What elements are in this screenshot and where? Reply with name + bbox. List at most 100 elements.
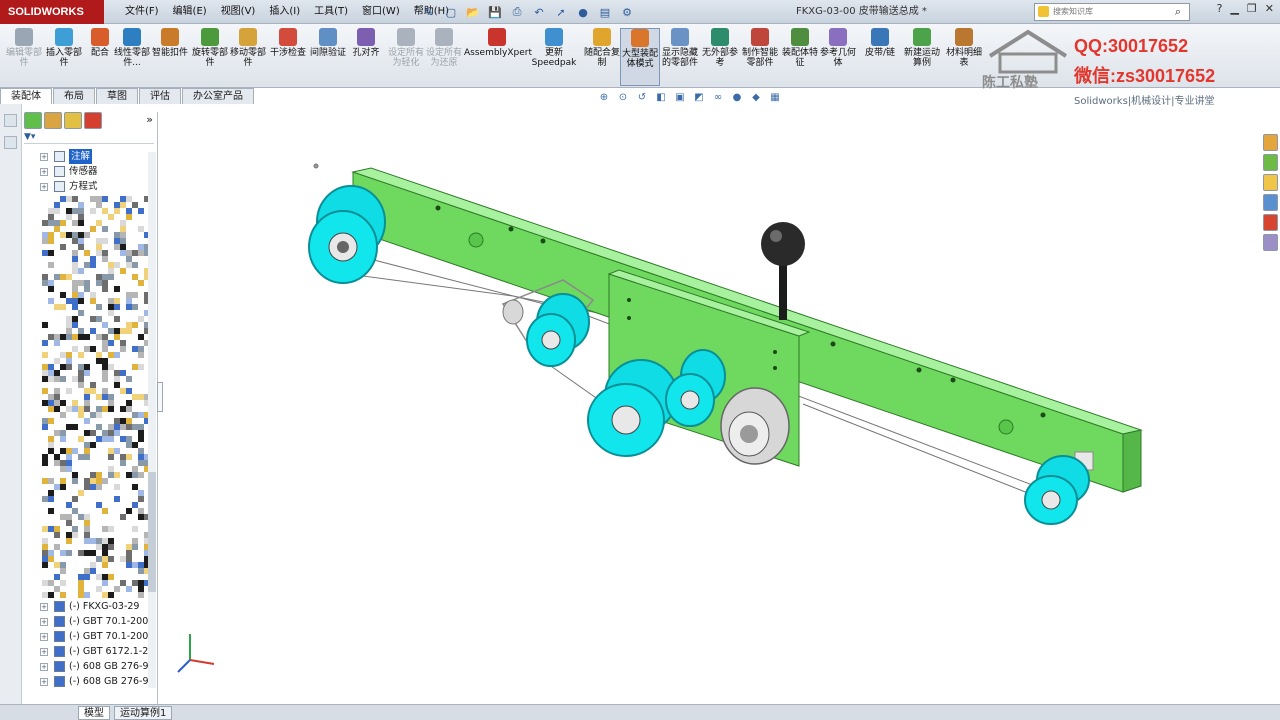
roller-drive-large[interactable] xyxy=(587,359,678,457)
menu-insert[interactable]: 插入(I) xyxy=(262,0,307,24)
tree-scrollbar[interactable] xyxy=(148,152,156,688)
ribbon-button-12[interactable]: AssemblyXpert xyxy=(464,28,532,86)
ribbon-button-5[interactable]: 旋转零部件 xyxy=(190,28,230,86)
ribbon-button-22[interactable]: 新建运动算例 xyxy=(902,28,942,86)
tree-scrollbar-thumb[interactable] xyxy=(148,472,156,592)
ribbon-button-17[interactable]: 无外部参考 xyxy=(700,28,740,86)
tree-item[interactable]: + 注解 xyxy=(40,149,93,164)
restore-icon[interactable]: ❐ xyxy=(1247,2,1257,15)
ribbon-button-18[interactable]: 制作智能零部件 xyxy=(740,28,780,86)
view-settings-icon[interactable]: ▦ xyxy=(769,92,781,104)
menu-edit[interactable]: 编辑(E) xyxy=(166,0,214,24)
tab-office-products[interactable]: 办公室产品 xyxy=(182,88,254,104)
view-palette-icon[interactable] xyxy=(1262,194,1278,211)
assembly-model[interactable] xyxy=(163,104,1257,704)
ribbon-button-4[interactable]: 智能扣件 xyxy=(150,28,190,86)
ribbon-button-6[interactable]: 移动零部件 xyxy=(228,28,268,86)
zoom-to-fit-icon[interactable]: ⊕ xyxy=(598,92,610,104)
resources-icon[interactable] xyxy=(1262,134,1278,151)
edit-appearance-icon[interactable]: ● xyxy=(731,92,743,104)
tree-item[interactable]: + 方程式 xyxy=(40,179,98,194)
tree-item[interactable]: + 传感器 xyxy=(40,164,98,179)
expand-icon[interactable]: + xyxy=(40,632,48,641)
tab-model[interactable]: 模型 xyxy=(78,706,110,720)
minimize-icon[interactable]: ▁ xyxy=(1230,2,1238,15)
tab-assembly[interactable]: 装配体 xyxy=(0,88,52,104)
menu-view[interactable]: 视图(V) xyxy=(214,0,263,24)
menu-window[interactable]: 窗口(W) xyxy=(355,0,407,24)
appearances-icon[interactable] xyxy=(1262,214,1278,231)
ribbon-button-0[interactable]: 编辑零部件 xyxy=(4,28,44,86)
menu-file[interactable]: 文件(F) xyxy=(118,0,166,24)
tree-item[interactable]: + (-) FKXG-03-29 xyxy=(40,599,139,614)
ribbon-button-7[interactable]: 干涉检查 xyxy=(268,28,308,86)
ribbon-button-14[interactable]: 随配合复制 xyxy=(582,28,622,86)
search-icon[interactable]: ⌕ xyxy=(1175,4,1181,20)
undo-icon[interactable]: ↶ xyxy=(530,3,548,21)
ribbon-button-19[interactable]: 装配体特征 xyxy=(780,28,820,86)
file-explorer-icon[interactable] xyxy=(1262,174,1278,191)
expand-icon[interactable]: + xyxy=(40,677,48,686)
tree-item[interactable]: + (-) GBT 70.1-200 xyxy=(40,614,148,629)
expand-icon[interactable]: + xyxy=(40,617,48,626)
tree-item[interactable]: + (-) GBT 70.1-200 xyxy=(40,629,148,644)
design-library-icon[interactable] xyxy=(1262,154,1278,171)
pin-icon[interactable]: ✎ xyxy=(420,3,438,21)
ribbon-button-10[interactable]: 设定所有为轻化 xyxy=(386,28,426,86)
roller-idler[interactable] xyxy=(526,293,590,367)
ribbon-button-8[interactable]: 间隙验证 xyxy=(308,28,348,86)
ribbon-button-21[interactable]: 皮带/链 xyxy=(860,28,900,86)
zoom-area-icon[interactable]: ⊙ xyxy=(617,92,629,104)
graphics-viewport[interactable] xyxy=(163,104,1257,704)
ribbon-button-11[interactable]: 设定所有为还原 xyxy=(424,28,464,86)
section-view-icon[interactable]: ◧ xyxy=(655,92,667,104)
configuration-manager-tab-icon[interactable] xyxy=(64,112,82,129)
help-icon[interactable]: ? xyxy=(1217,2,1223,15)
file-properties-icon[interactable]: ▤ xyxy=(596,3,614,21)
save-icon[interactable]: 💾 xyxy=(486,3,504,21)
search-knowledge-input[interactable]: 搜索知识库 ⌕ xyxy=(1034,3,1190,21)
tree-filter[interactable]: ▼▾ xyxy=(24,132,154,144)
options-icon[interactable]: ⚙ xyxy=(618,3,636,21)
custom-properties-icon[interactable] xyxy=(1262,234,1278,251)
display-manager-tab-icon[interactable] xyxy=(84,112,102,129)
tab-motion-study-1[interactable]: 运动算例1 xyxy=(114,706,173,720)
apply-scene-icon[interactable]: ◆ xyxy=(750,92,762,104)
ribbon-button-3[interactable]: 线性零部件... xyxy=(112,28,152,86)
print-icon[interactable]: ⎙ xyxy=(508,3,526,21)
view-orientation-icon[interactable]: ▣ xyxy=(674,92,686,104)
ribbon-button-13[interactable]: 更新Speedpak xyxy=(530,28,578,86)
tree-item[interactable]: + (-) 608 GB 276-9 xyxy=(40,659,149,674)
tree-item[interactable]: + (-) GBT 6172.1-2 xyxy=(40,644,148,659)
tree-item[interactable]: + (-) 608 GB 276-9 xyxy=(40,674,149,689)
property-manager-tab-icon[interactable] xyxy=(44,112,62,129)
ribbon-button-20[interactable]: 参考几何体 xyxy=(818,28,858,86)
tab-layout[interactable]: 布局 xyxy=(53,88,95,104)
ribbon-button-15[interactable]: 大型装配体模式 xyxy=(620,28,660,86)
expand-icon[interactable]: + xyxy=(40,602,48,611)
tree-filter-icon[interactable] xyxy=(4,136,17,149)
previous-view-icon[interactable]: ↺ xyxy=(636,92,648,104)
menu-tools[interactable]: 工具(T) xyxy=(307,0,355,24)
roller-left-end[interactable] xyxy=(308,185,386,284)
expand-panel-icon[interactable]: » xyxy=(146,113,153,126)
rebuild-icon[interactable]: ● xyxy=(574,3,592,21)
expand-icon[interactable]: + xyxy=(40,152,48,161)
roller-right-end[interactable] xyxy=(1024,451,1094,525)
tab-sketch[interactable]: 草图 xyxy=(96,88,138,104)
tab-evaluate[interactable]: 评估 xyxy=(139,88,181,104)
expand-icon[interactable]: + xyxy=(40,662,48,671)
ribbon-button-1[interactable]: 插入零部件 xyxy=(44,28,84,86)
ribbon-button-9[interactable]: 孔对齐 xyxy=(346,28,386,86)
expand-icon[interactable]: + xyxy=(40,167,48,176)
open-icon[interactable]: 📂 xyxy=(464,3,482,21)
hide-show-items-icon[interactable]: ∞ xyxy=(712,92,724,104)
expand-icon[interactable]: + xyxy=(40,647,48,656)
ribbon-button-23[interactable]: 材料明细表 xyxy=(944,28,984,86)
close-icon[interactable]: ✕ xyxy=(1265,2,1274,15)
bearing-housing[interactable] xyxy=(720,387,790,465)
feature-manager-tab-icon[interactable] xyxy=(24,112,42,129)
new-document-icon[interactable]: ▢ xyxy=(442,3,460,21)
solidworks-logo[interactable]: SOLIDWORKS xyxy=(0,0,104,24)
select-pointer-icon[interactable]: ➚ xyxy=(552,3,570,21)
